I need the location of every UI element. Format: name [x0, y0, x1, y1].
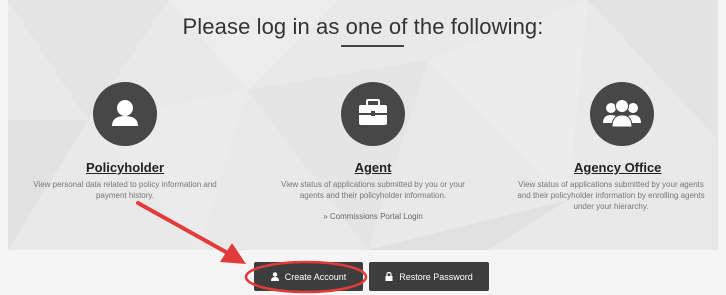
- briefcase-icon: [359, 99, 387, 125]
- user-icon: [112, 100, 138, 126]
- group-icon-circle: [590, 82, 654, 146]
- lock-icon: [385, 272, 393, 281]
- restore-password-button[interactable]: Restore Password: [369, 262, 489, 291]
- policyholder-link[interactable]: Policyholder: [5, 160, 245, 175]
- role-policyholder[interactable]: Policyholder View personal data related …: [5, 82, 245, 201]
- create-account-button[interactable]: Create Account: [254, 262, 363, 291]
- policyholder-description: View personal data related to policy inf…: [33, 180, 217, 200]
- group-icon: [603, 99, 641, 128]
- commissions-portal-link[interactable]: » Commissions Portal Login: [253, 212, 493, 221]
- title-underline: [341, 45, 404, 47]
- agency-office-description: View status of applications submitted by…: [517, 180, 705, 211]
- page-title: Please log in as one of the following:: [182, 14, 544, 39]
- agent-description: View status of applications submitted by…: [281, 180, 465, 200]
- user-icon: [270, 272, 279, 281]
- role-agency-office[interactable]: Agency Office View status of application…: [500, 82, 722, 212]
- restore-password-label: Restore Password: [399, 271, 473, 282]
- user-icon-circle: [93, 82, 157, 146]
- agency-office-link[interactable]: Agency Office: [500, 160, 722, 175]
- agent-link[interactable]: Agent: [253, 160, 493, 175]
- role-agent[interactable]: Agent View status of applications submit…: [253, 82, 493, 221]
- briefcase-icon-circle: [341, 82, 405, 146]
- create-account-label: Create Account: [284, 271, 347, 282]
